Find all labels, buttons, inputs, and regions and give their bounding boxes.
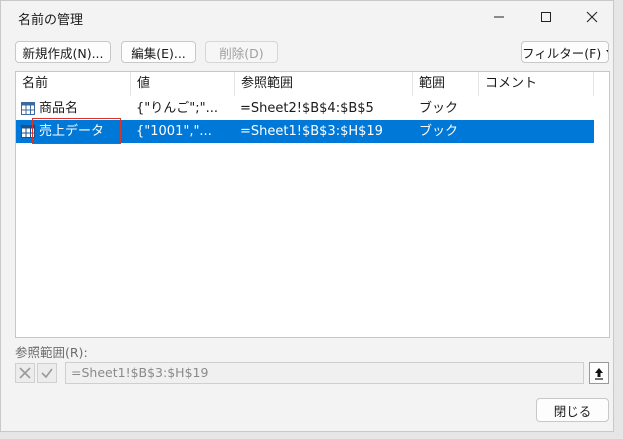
maximize-icon [541, 12, 551, 22]
delete-button[interactable]: 削除(D) [205, 41, 278, 63]
name-manager-dialog: 名前の管理 新規作成(N)... 編集(E)... 削除(D) フィルター(F)… [0, 0, 614, 432]
list-header: 名前 値 参照範囲 範囲 コメント [16, 72, 609, 96]
confirm-check-icon [41, 368, 53, 379]
edit-button[interactable]: 編集(E)... [121, 41, 196, 63]
confirm-edit-button[interactable] [37, 363, 57, 383]
close-icon [586, 11, 598, 23]
refers-to-label: 参照範囲(R): [15, 345, 88, 360]
new-button[interactable]: 新規作成(N)... [15, 41, 111, 63]
header-value[interactable]: 値 [131, 72, 235, 96]
maximize-button[interactable] [526, 5, 566, 29]
minimize-button[interactable] [479, 5, 519, 29]
header-name[interactable]: 名前 [16, 72, 131, 96]
row-value: {"1001","... [136, 124, 212, 139]
header-scope[interactable]: 範囲 [413, 72, 479, 96]
refers-to-field[interactable]: =Sheet1!$B$3:$H$19 [65, 362, 584, 384]
row-value: {"りんご";"... [136, 101, 218, 116]
row-scope: ブック [419, 124, 459, 139]
window-title: 名前の管理 [18, 13, 84, 28]
header-comment[interactable]: コメント [479, 72, 594, 96]
row-refers-to: =Sheet2!$B$4:$B$5 [240, 101, 374, 116]
row-comment [485, 97, 590, 120]
filter-button[interactable]: フィルター(F) [521, 41, 609, 63]
names-list[interactable]: 名前 値 参照範囲 範囲 コメント 商品名 {"りんご";"... =Sheet… [15, 71, 610, 338]
highlight-annotation-box [32, 118, 121, 144]
row-comment [485, 120, 590, 143]
cancel-x-icon [19, 367, 31, 379]
table-row[interactable]: 商品名 {"りんご";"... =Sheet2!$B$4:$B$5 ブック [16, 97, 594, 120]
collapse-dialog-icon [595, 368, 603, 380]
collapse-dialog-button[interactable] [589, 362, 609, 384]
header-refers-to[interactable]: 参照範囲 [235, 72, 413, 96]
cancel-edit-button[interactable] [15, 363, 35, 383]
filter-label: フィルター(F) [522, 45, 602, 61]
dropdown-arrow-icon [606, 50, 608, 53]
close-button[interactable]: 閉じる [536, 398, 609, 422]
minimize-icon [494, 16, 504, 18]
title-bar: 名前の管理 [1, 1, 613, 33]
table-grid-icon [21, 102, 35, 115]
close-window-button[interactable] [572, 5, 612, 29]
row-name: 商品名 [39, 101, 79, 116]
row-refers-to: =Sheet1!$B$3:$H$19 [240, 124, 383, 139]
row-scope: ブック [419, 101, 459, 116]
